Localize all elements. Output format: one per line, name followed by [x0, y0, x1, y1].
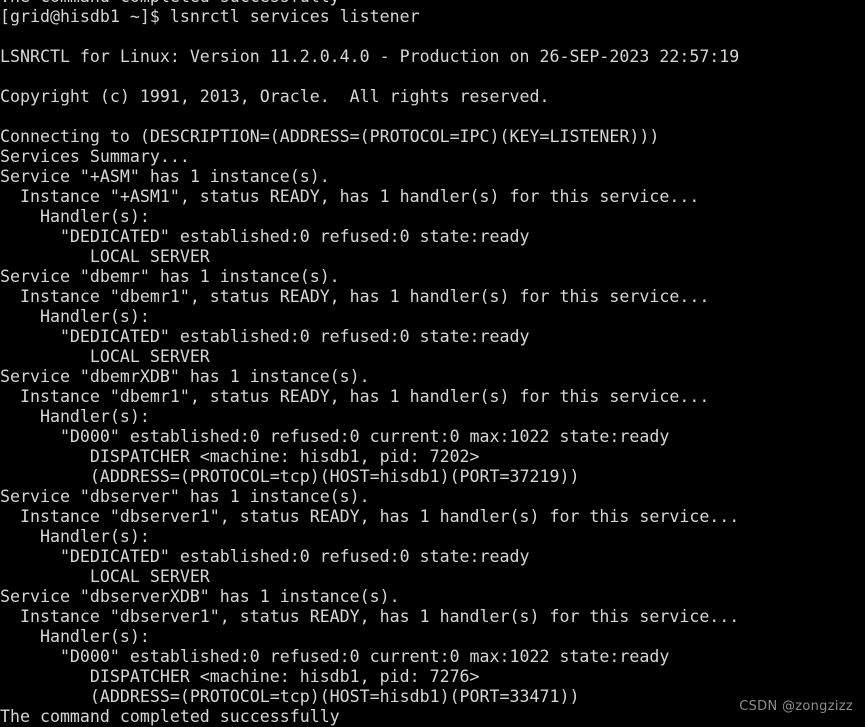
- terminal-line: "DEDICATED" established:0 refused:0 stat…: [0, 547, 530, 566]
- terminal-line: "D000" established:0 refused:0 current:0…: [0, 647, 670, 666]
- terminal-line: [grid@hisdb1 ~]$ lsnrctl services listen…: [0, 7, 420, 26]
- terminal-line: Instance "dbserver1", status READY, has …: [0, 507, 740, 526]
- terminal-line: LOCAL SERVER: [0, 247, 210, 266]
- csdn-watermark: CSDN @zongzizz: [739, 699, 853, 714]
- terminal-window[interactable]: The command completed successfully[grid@…: [0, 0, 865, 727]
- terminal-line: Instance "dbemr1", status READY, has 1 h…: [0, 287, 710, 306]
- terminal-line: "DEDICATED" established:0 refused:0 stat…: [0, 227, 530, 246]
- terminal-line: "DEDICATED" established:0 refused:0 stat…: [0, 327, 530, 346]
- terminal-line: Services Summary...: [0, 147, 190, 166]
- terminal-line: Service "+ASM" has 1 instance(s).: [0, 167, 330, 186]
- terminal-line: Service "dbserver" has 1 instance(s).: [0, 487, 370, 506]
- terminal-line: "D000" established:0 refused:0 current:0…: [0, 427, 670, 446]
- terminal-line: Instance "+ASM1", status READY, has 1 ha…: [0, 187, 700, 206]
- terminal-line: Handler(s):: [0, 627, 150, 646]
- terminal-line: Handler(s):: [0, 527, 150, 546]
- terminal-line: LOCAL SERVER: [0, 567, 210, 586]
- terminal-line: The command completed successfully: [0, 707, 340, 726]
- terminal-line: Service "dbemrXDB" has 1 instance(s).: [0, 367, 370, 386]
- terminal-line: Instance "dbemr1", status READY, has 1 h…: [0, 387, 710, 406]
- terminal-line: (ADDRESS=(PROTOCOL=tcp)(HOST=hisdb1)(POR…: [0, 687, 580, 706]
- terminal-line: Handler(s):: [0, 307, 150, 326]
- terminal-line: Instance "dbserver1", status READY, has …: [0, 607, 740, 626]
- terminal-line: Service "dbserverXDB" has 1 instance(s).: [0, 587, 400, 606]
- terminal-line: (ADDRESS=(PROTOCOL=tcp)(HOST=hisdb1)(POR…: [0, 467, 580, 486]
- terminal-line: Service "dbemr" has 1 instance(s).: [0, 267, 340, 286]
- terminal-line: The command completed successfully: [0, 0, 865, 7]
- terminal-line: DISPATCHER <machine: hisdb1, pid: 7276>: [0, 667, 480, 686]
- terminal-line: LOCAL SERVER: [0, 347, 210, 366]
- terminal-output-buffer[interactable]: The command completed successfully[grid@…: [0, 0, 865, 727]
- terminal-line: Copyright (c) 1991, 2013, Oracle. All ri…: [0, 87, 550, 106]
- terminal-line: DISPATCHER <machine: hisdb1, pid: 7202>: [0, 447, 480, 466]
- terminal-line: Handler(s):: [0, 407, 150, 426]
- terminal-line: LSNRCTL for Linux: Version 11.2.0.4.0 - …: [0, 47, 740, 66]
- terminal-line: Connecting to (DESCRIPTION=(ADDRESS=(PRO…: [0, 127, 660, 146]
- terminal-line: Handler(s):: [0, 207, 150, 226]
